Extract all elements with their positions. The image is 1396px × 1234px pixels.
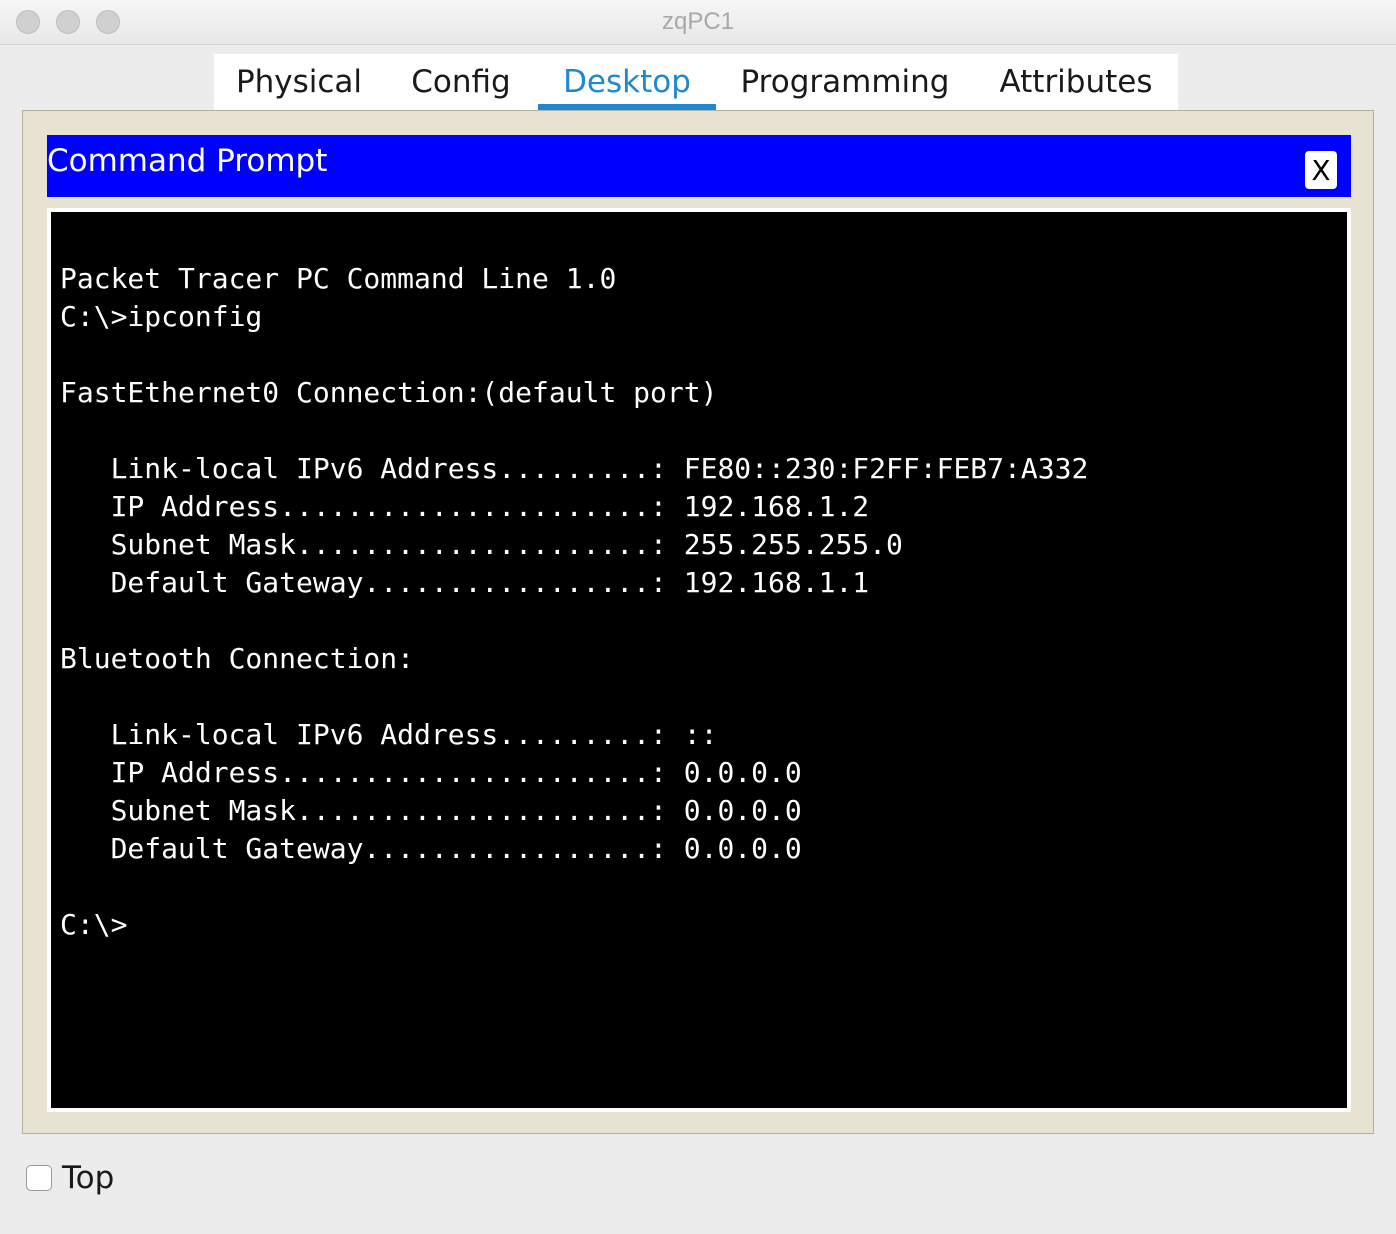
tab-desktop[interactable]: Desktop [538,54,716,110]
app-window: zqPC1 Physical Config Desktop Programmin… [0,0,1396,1234]
close-command-prompt-button[interactable]: X [1305,151,1337,189]
window-title: zqPC1 [661,8,735,35]
tab-config[interactable]: Config [384,54,538,110]
terminal-console[interactable]: Packet Tracer PC Command Line 1.0 C:\>ip… [51,212,1347,1108]
tab-programming[interactable]: Programming [716,54,974,110]
title-bar: zqPC1 [0,0,1396,45]
terminal-frame: Packet Tracer PC Command Line 1.0 C:\>ip… [47,208,1351,1112]
top-checkbox-label: Top [62,1160,115,1196]
terminal-output: Packet Tracer PC Command Line 1.0 C:\>ip… [60,262,1089,941]
tab-physical[interactable]: Physical [214,54,384,110]
top-checkbox[interactable] [26,1165,52,1191]
desktop-panel: Command Prompt X Packet Tracer PC Comman… [22,110,1374,1134]
command-prompt-header: Command Prompt X [47,135,1351,197]
tab-attributes[interactable]: Attributes [974,54,1178,110]
command-prompt-title: Command Prompt [47,143,328,179]
close-icon: X [1311,153,1331,187]
tab-bar: Physical Config Desktop Programming Attr… [214,54,1178,110]
top-option: Top [26,1160,114,1196]
